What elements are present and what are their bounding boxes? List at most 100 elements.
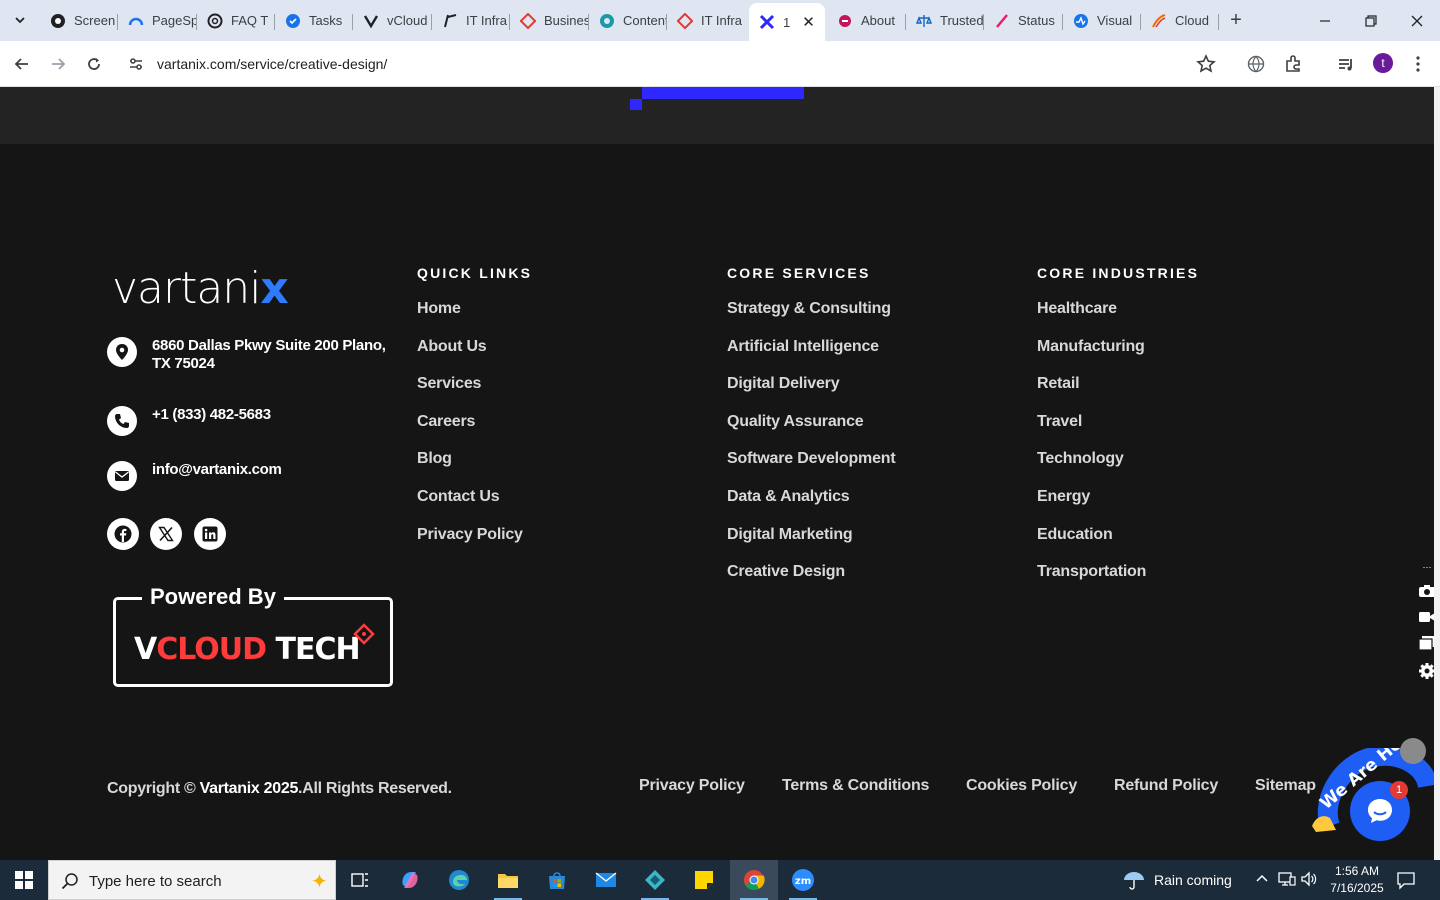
bottom-link-terms[interactable]: Terms & Conditions: [782, 777, 929, 795]
browser-tab[interactable]: IT Infra: [667, 6, 747, 35]
browser-tab[interactable]: PageSpeed: [118, 6, 197, 35]
reload-button[interactable]: [80, 50, 108, 78]
content-icon: [599, 13, 615, 29]
link-privacy-policy[interactable]: Privacy Policy: [417, 526, 523, 544]
browser-tab[interactable]: Content: [589, 6, 667, 35]
chrome-icon[interactable]: [730, 860, 778, 900]
envelope-icon: [107, 461, 137, 491]
facebook-icon[interactable]: [107, 518, 139, 550]
status-icon: [994, 13, 1010, 29]
zoom-icon[interactable]: zm: [779, 860, 827, 900]
browser-tab[interactable]: About: [827, 6, 906, 35]
reload-icon: [88, 58, 100, 70]
app-diamond-icon[interactable]: [631, 860, 679, 900]
browser-tab[interactable]: Screen: [40, 6, 118, 35]
tab-title: Trusted: [940, 13, 984, 28]
weather-widget[interactable]: Rain coming: [1122, 870, 1232, 890]
minimize-button[interactable]: [1302, 0, 1348, 41]
browser-tab[interactable]: Cloud: [1141, 6, 1219, 35]
close-window-button[interactable]: [1394, 0, 1440, 41]
link-technology[interactable]: Technology: [1037, 450, 1124, 468]
link-creative-design[interactable]: Creative Design: [727, 563, 845, 581]
x-twitter-icon[interactable]: [150, 518, 182, 550]
forward-button[interactable]: [44, 50, 72, 78]
clock-date: 7/16/2025: [1330, 881, 1384, 895]
cloud-icon: [1151, 13, 1167, 29]
browser-tab[interactable]: IT Infra: [432, 6, 510, 35]
sticky-notes-icon[interactable]: [680, 860, 728, 900]
bottom-link-refund-policy[interactable]: Refund Policy: [1114, 777, 1218, 795]
scale-icon: [916, 13, 932, 29]
volume-icon[interactable]: [1300, 871, 1318, 890]
powered-by-badge[interactable]: Powered By VCLOUD TECH: [113, 584, 393, 687]
contact-phone[interactable]: +1 (833) 482-5683: [107, 406, 387, 436]
tab-search-button[interactable]: [8, 8, 32, 32]
media-controls-icon[interactable]: [1334, 52, 1358, 76]
phone-icon: [107, 406, 137, 436]
copilot-icon[interactable]: [386, 860, 434, 900]
browser-tab[interactable]: Trusted: [906, 6, 984, 35]
bottom-link-privacy-policy[interactable]: Privacy Policy: [639, 777, 745, 795]
vartanix-logo[interactable]: vartanix: [112, 267, 289, 311]
browser-tab-active[interactable]: 1 ✕: [749, 3, 825, 41]
maximize-button[interactable]: [1348, 0, 1394, 41]
chat-close-button[interactable]: [1400, 738, 1426, 764]
microsoft-store-icon[interactable]: [533, 860, 581, 900]
profile-avatar[interactable]: t: [1373, 53, 1393, 73]
page-scrollbar[interactable]: [1434, 87, 1440, 860]
link-energy[interactable]: Energy: [1037, 488, 1090, 506]
linkedin-icon[interactable]: [194, 518, 226, 550]
tab-title: PageSpeed: [152, 13, 197, 28]
browser-tab[interactable]: Tasks: [275, 6, 353, 35]
translate-icon[interactable]: [1244, 52, 1268, 76]
link-careers[interactable]: Careers: [417, 413, 475, 431]
browser-tab[interactable]: FAQ T: [197, 6, 275, 35]
phone-text: +1 (833) 482-5683: [152, 406, 271, 423]
link-healthcare[interactable]: Healthcare: [1037, 300, 1117, 318]
browser-tab[interactable]: vCloud: [353, 6, 432, 35]
tab-title: IT Infra: [701, 13, 742, 28]
bottom-link-sitemap[interactable]: Sitemap: [1255, 777, 1316, 795]
address-bar[interactable]: vartanix.com/service/creative-design/: [118, 47, 1228, 81]
link-services[interactable]: Services: [417, 375, 481, 393]
file-explorer-icon[interactable]: [484, 860, 532, 900]
link-manufacturing[interactable]: Manufacturing: [1037, 338, 1145, 356]
link-strategy-consulting[interactable]: Strategy & Consulting: [727, 300, 891, 318]
link-home[interactable]: Home: [417, 300, 461, 318]
mail-icon[interactable]: [582, 860, 630, 900]
link-blog[interactable]: Blog: [417, 450, 452, 468]
edge-icon[interactable]: [435, 860, 483, 900]
link-transportation[interactable]: Transportation: [1037, 563, 1146, 581]
link-about-us[interactable]: About Us: [417, 338, 487, 356]
extensions-icon[interactable]: [1281, 52, 1305, 76]
taskbar-search-box[interactable]: Type here to search ✦: [48, 860, 336, 900]
network-icon[interactable]: [1278, 871, 1296, 890]
new-tab-button[interactable]: +: [1224, 8, 1248, 32]
link-travel[interactable]: Travel: [1037, 413, 1082, 431]
link-artificial-intelligence[interactable]: Artificial Intelligence: [727, 338, 879, 356]
link-education[interactable]: Education: [1037, 526, 1113, 544]
close-icon: [1411, 15, 1423, 26]
browser-tab[interactable]: Business: [510, 6, 589, 35]
link-digital-delivery[interactable]: Digital Delivery: [727, 375, 840, 393]
start-button[interactable]: [0, 860, 48, 900]
tray-chevron-up-icon[interactable]: [1255, 871, 1269, 888]
taskbar-clock[interactable]: 1:56 AM 7/16/2025: [1328, 863, 1386, 897]
link-contact-us[interactable]: Contact Us: [417, 488, 500, 506]
menu-kebab-icon[interactable]: [1406, 52, 1430, 76]
browser-tab[interactable]: Visual: [1063, 6, 1141, 35]
sparkle-icon: ✦: [311, 871, 328, 893]
back-button[interactable]: [8, 50, 36, 78]
link-software-development[interactable]: Software Development: [727, 450, 896, 468]
bottom-link-cookies-policy[interactable]: Cookies Policy: [966, 777, 1077, 795]
browser-tab[interactable]: Status: [984, 6, 1063, 35]
contact-email[interactable]: info@vartanix.com: [107, 461, 387, 491]
link-retail[interactable]: Retail: [1037, 375, 1080, 393]
link-data-analytics[interactable]: Data & Analytics: [727, 488, 850, 506]
notification-center-icon[interactable]: [1396, 870, 1416, 890]
link-quality-assurance[interactable]: Quality Assurance: [727, 413, 864, 431]
link-digital-marketing[interactable]: Digital Marketing: [727, 526, 853, 544]
close-tab-icon[interactable]: ✕: [802, 13, 815, 31]
tag-icon: [353, 623, 375, 645]
task-view-icon[interactable]: [336, 860, 384, 900]
